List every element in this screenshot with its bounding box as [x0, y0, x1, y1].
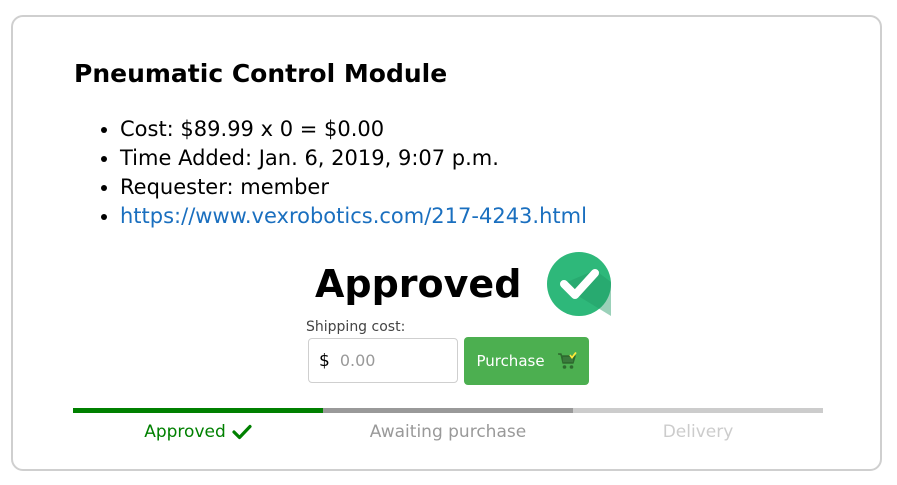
item-details-list: Cost: $89.99 x 0 = $0.00 Time Added: Jan… — [74, 115, 587, 231]
product-link[interactable]: https://www.vexrobotics.com/217-4243.htm… — [120, 204, 587, 228]
currency-symbol: $ — [319, 350, 330, 371]
checkmark-icon — [232, 424, 252, 440]
shipping-cost-input[interactable] — [337, 350, 442, 371]
progress-steps: Approved Awaiting purchase Delivery — [73, 422, 823, 442]
shipping-cost-label: Shipping cost: — [306, 319, 406, 335]
cost-detail: Cost: $89.99 x 0 = $0.00 — [120, 115, 587, 144]
purchase-button[interactable]: Purchase — [464, 337, 589, 385]
product-link-item: https://www.vexrobotics.com/217-4243.htm… — [120, 202, 587, 231]
step-approved-label: Approved — [144, 422, 226, 442]
progress-segment-delivery — [573, 408, 823, 413]
item-title: Pneumatic Control Module — [74, 59, 448, 88]
requester-detail: Requester: member — [120, 173, 587, 202]
status-text: Approved — [315, 262, 522, 306]
time-added-detail: Time Added: Jan. 6, 2019, 9:07 p.m. — [120, 144, 587, 173]
check-circle-icon — [547, 252, 612, 316]
progress-segment-awaiting-purchase — [323, 408, 573, 413]
step-awaiting-purchase: Awaiting purchase — [323, 422, 573, 442]
cart-icon — [557, 352, 577, 369]
request-card: Pneumatic Control Module Cost: $89.99 x … — [11, 15, 882, 471]
progress-segment-approved — [73, 408, 323, 413]
step-awaiting-purchase-label: Awaiting purchase — [369, 422, 527, 442]
purchase-button-label: Purchase — [476, 352, 545, 370]
step-delivery: Delivery — [573, 422, 823, 442]
step-delivery-label: Delivery — [662, 422, 734, 442]
progress-bar — [73, 408, 823, 413]
shipping-cost-field: $ — [308, 338, 458, 383]
status-display: Approved — [315, 252, 612, 316]
step-approved: Approved — [73, 422, 323, 442]
